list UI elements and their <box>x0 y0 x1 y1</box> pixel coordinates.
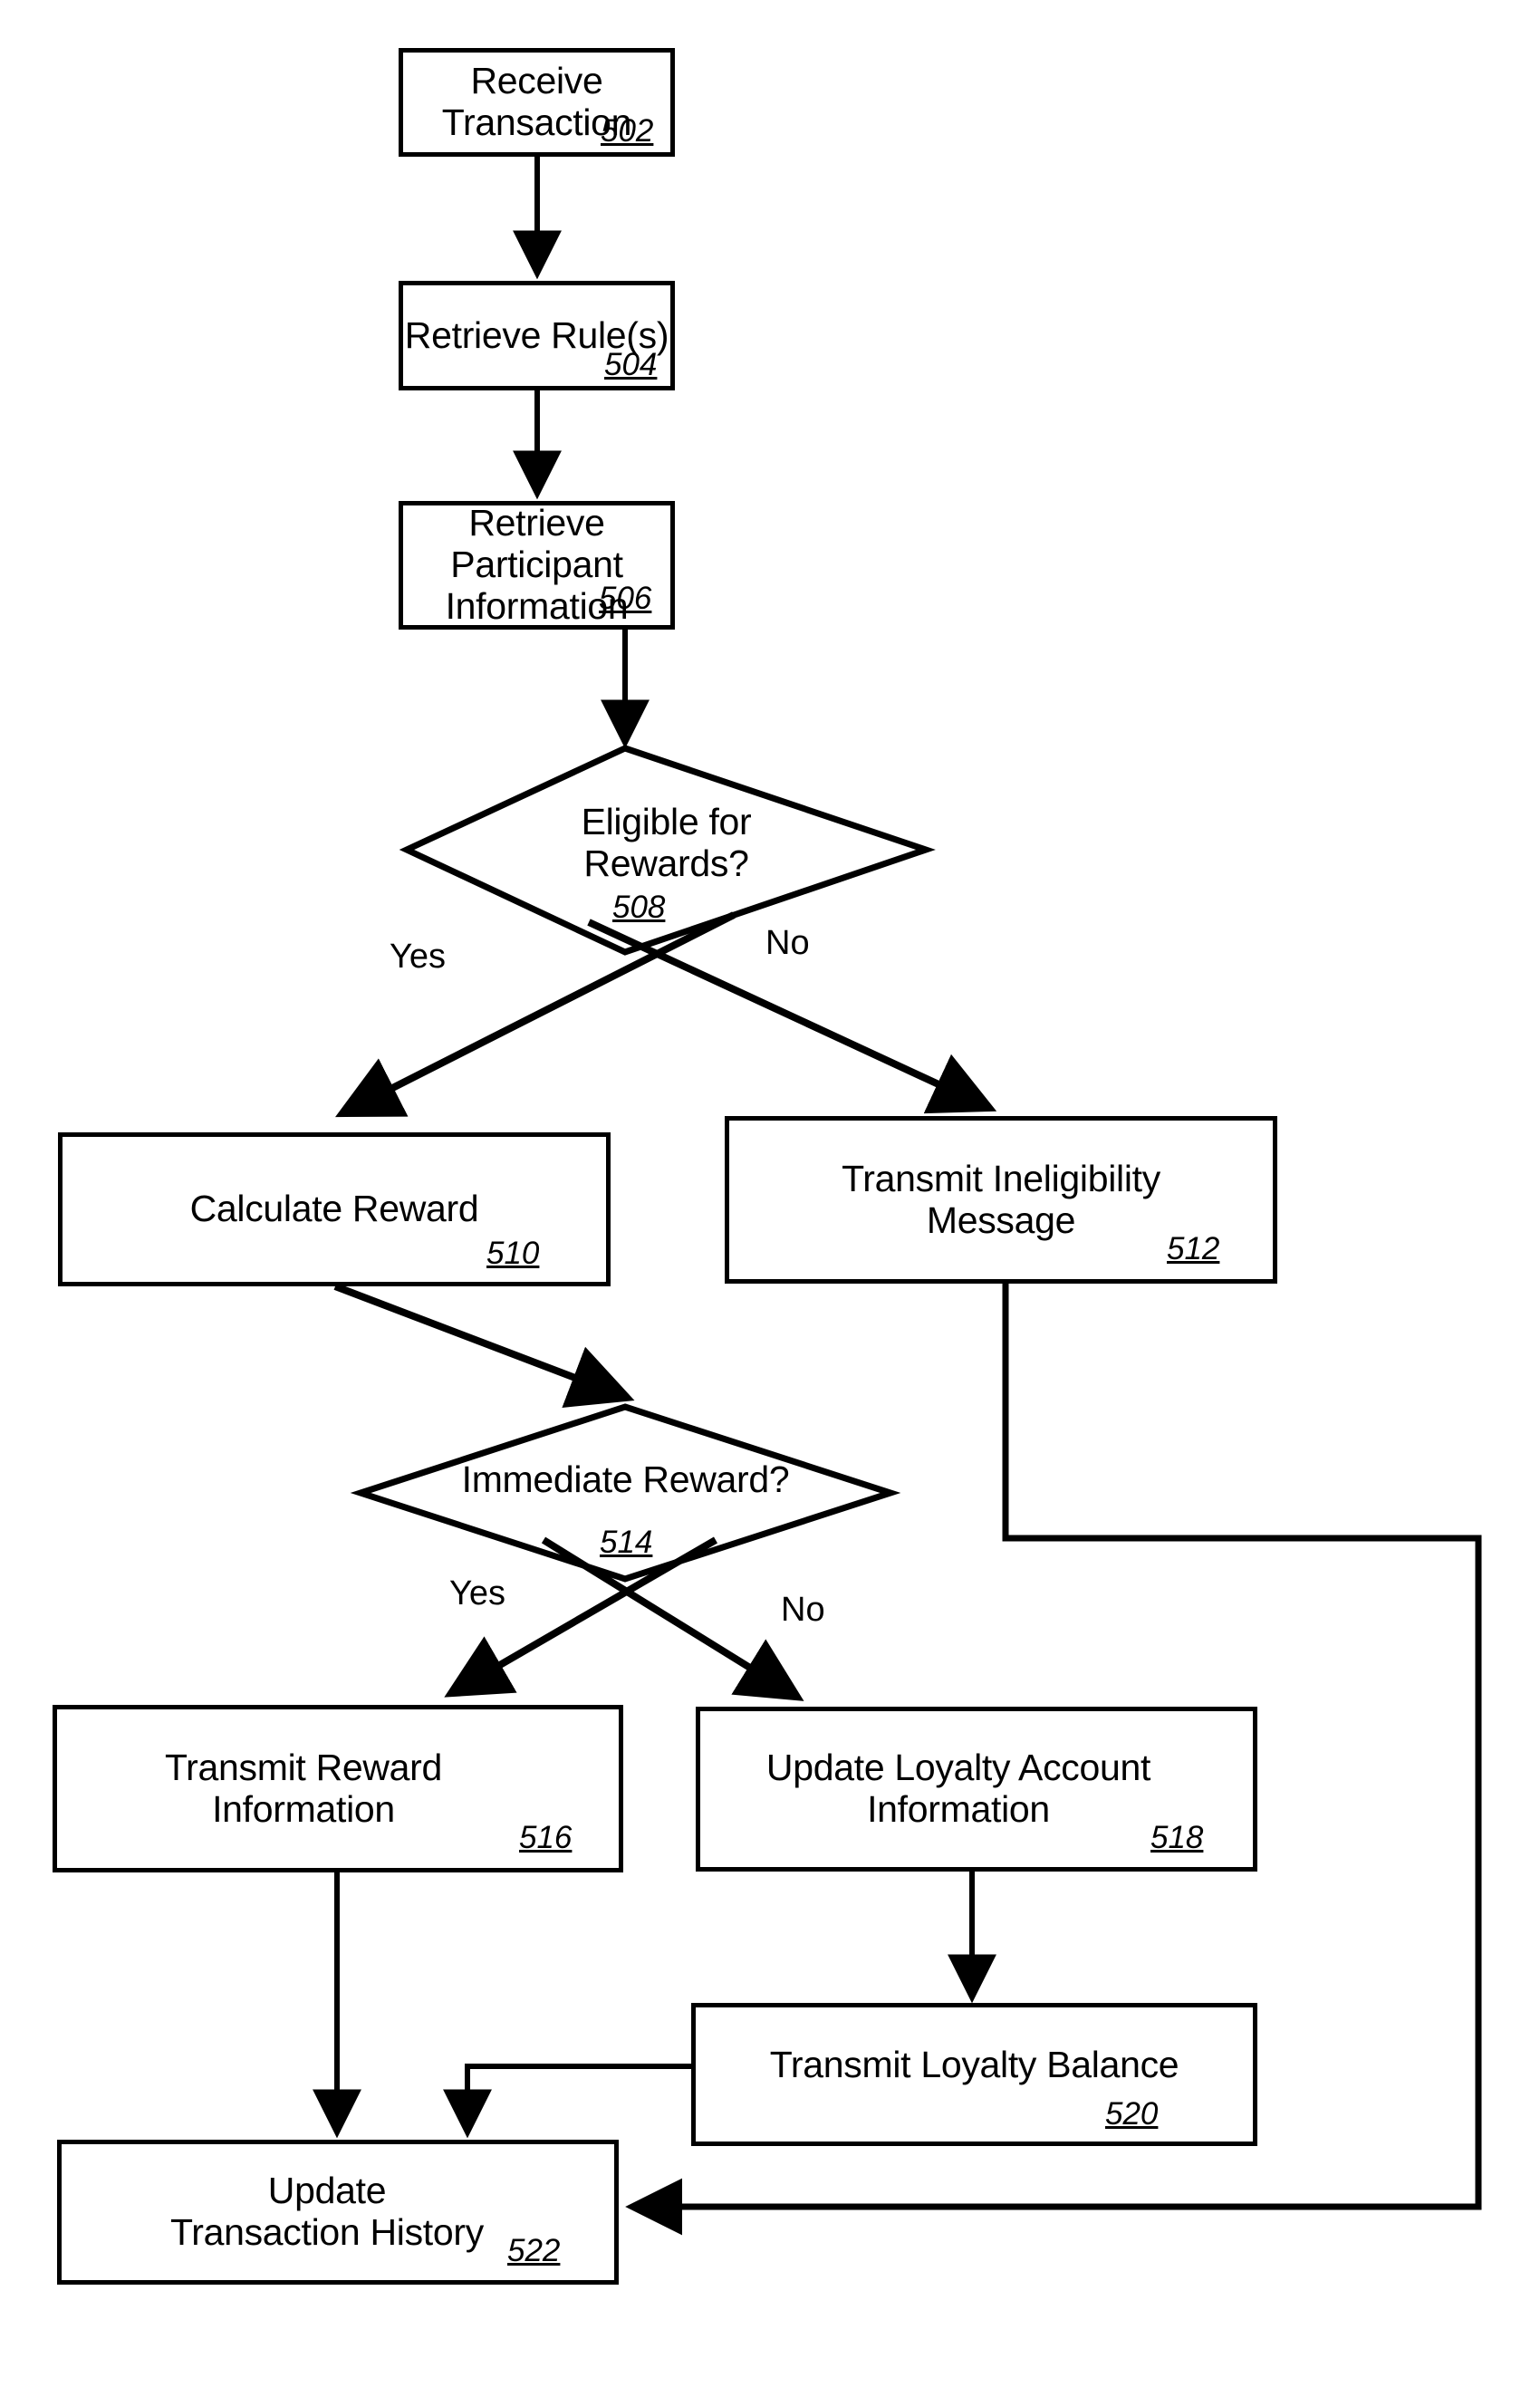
node-label: Calculate Reward <box>189 1188 479 1230</box>
node-ref-number: 516 <box>519 1820 573 1855</box>
connector-510-to-514 <box>333 1283 635 1408</box>
node-label: Transmit Ineligibility Message <box>842 1157 1160 1241</box>
node-ref-number: 512 <box>1167 1231 1220 1266</box>
node-ref-number: 510 <box>486 1236 540 1271</box>
node-ref-number: 522 <box>507 2233 561 2268</box>
flowchart-canvas: Receive Transaction 502 Retrieve Rule(s)… <box>0 0 1540 2387</box>
edge-label-yes-514: Yes <box>449 1574 505 1612</box>
node-retrieve-participant-information[interactable]: Retrieve Participant Information 506 <box>399 501 675 630</box>
node-ref-number: 520 <box>1105 2096 1159 2132</box>
node-retrieve-rules[interactable]: Retrieve Rule(s) 504 <box>399 281 675 390</box>
node-label: Eligible for Rewards? <box>581 800 752 884</box>
node-transmit-reward-information[interactable]: Transmit Reward Information 516 <box>53 1705 623 1872</box>
node-ref-number: 508 <box>612 890 666 925</box>
node-label: Update Loyalty Account Information <box>765 1747 1151 1830</box>
node-ref-number: 506 <box>599 581 652 616</box>
node-transmit-loyalty-balance[interactable]: Transmit Loyalty Balance 520 <box>691 2003 1257 2146</box>
node-label: Transmit Reward Information <box>164 1746 443 1830</box>
node-ref-number: 504 <box>604 347 658 382</box>
node-label: Immediate Reward? <box>461 1458 790 1501</box>
node-receive-transaction[interactable]: Receive Transaction 502 <box>399 48 675 157</box>
node-ref-number: 518 <box>1150 1820 1204 1855</box>
node-eligible-for-rewards[interactable]: Eligible for Rewards? 508 <box>407 748 926 952</box>
node-update-transaction-history[interactable]: Update Transaction History 522 <box>57 2140 619 2285</box>
edge-label-yes-508: Yes <box>390 938 446 976</box>
node-ref-number: 514 <box>600 1525 653 1560</box>
node-immediate-reward[interactable]: Immediate Reward? 514 <box>361 1407 890 1579</box>
node-label: Transmit Loyalty Balance <box>769 2044 1179 2086</box>
edge-label-no-508: No <box>765 924 810 962</box>
node-calculate-reward[interactable]: Calculate Reward 510 <box>58 1132 611 1286</box>
node-label: Update Transaction History <box>170 2170 484 2253</box>
node-ref-number: 502 <box>601 113 654 149</box>
connector-520-to-522 <box>443 2064 691 2139</box>
edge-label-no-514: No <box>781 1591 825 1629</box>
node-update-loyalty-account-information[interactable]: Update Loyalty Account Information 518 <box>696 1707 1257 1872</box>
node-transmit-ineligibility-message[interactable]: Transmit Ineligibility Message 512 <box>725 1116 1277 1284</box>
